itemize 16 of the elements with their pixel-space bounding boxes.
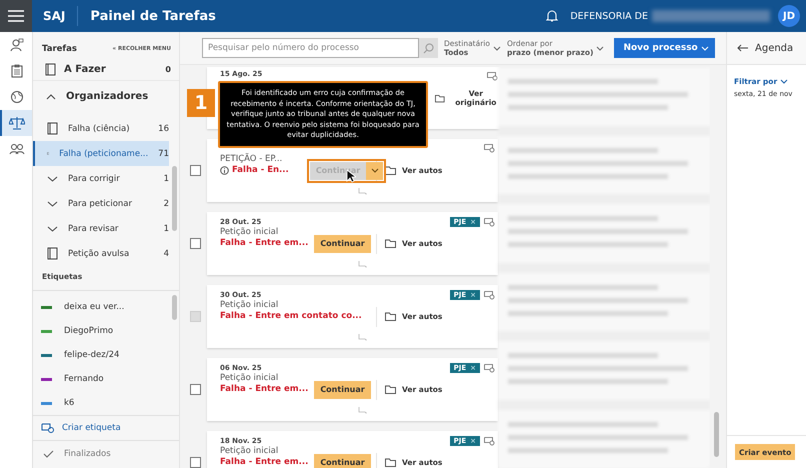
section-title: Tarefas <box>42 44 77 54</box>
task-title: Petição inicial <box>220 373 280 383</box>
organization-name: DEFENSORIA DE <box>570 10 648 22</box>
task-title: Petição inicial <box>220 300 280 310</box>
task-status: Falha - Entre em... <box>220 238 308 248</box>
brand-name: SAJ <box>43 9 66 23</box>
task-title: Petição inicial <box>220 446 280 456</box>
page-title: Painel de Tarefas <box>90 8 216 24</box>
task-status: Falha - Entre em... <box>220 384 308 394</box>
task-status: Falha - Entre em... <box>220 457 308 467</box>
panel-title: Agenda <box>755 42 794 54</box>
task-status: Falha - Entre em contato co... <box>220 311 362 321</box>
task-status: Falha - En... <box>232 165 289 175</box>
task-title: PETIÇÃO - EP... <box>220 154 284 164</box>
task-title: Petição inicial <box>220 227 280 237</box>
step-number: 1 <box>187 89 215 117</box>
